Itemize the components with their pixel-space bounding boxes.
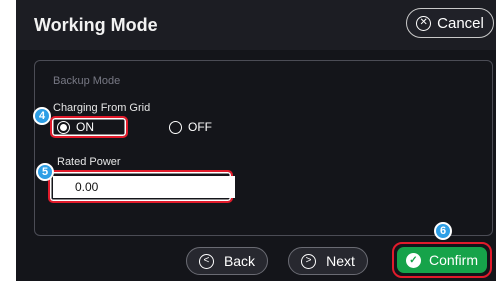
chevron-right-icon: >: [301, 253, 317, 269]
radio-off-label: OFF: [188, 120, 212, 134]
page-title: Working Mode: [34, 15, 158, 35]
radio-on[interactable]: ON: [57, 120, 94, 134]
next-button[interactable]: > Next: [288, 247, 368, 275]
radio-off[interactable]: OFF: [169, 120, 212, 134]
rated-power-unit: %: [201, 181, 210, 192]
settings-panel: Backup Mode Charging From Grid ON OFF Ra…: [34, 60, 493, 236]
back-button[interactable]: < Back: [186, 247, 268, 275]
next-label: Next: [326, 253, 355, 269]
charging-from-grid-label: Charging From Grid: [53, 102, 151, 114]
step-badge-4: 4: [33, 107, 51, 125]
confirm-button-highlight: ✓ Confirm: [392, 242, 492, 278]
step-badge-6: 6: [434, 222, 452, 240]
step-badge-5: 5: [36, 163, 54, 181]
confirm-button[interactable]: ✓ Confirm: [397, 247, 487, 273]
chevron-left-icon: <: [198, 253, 214, 269]
back-label: Back: [223, 253, 256, 269]
close-circle-icon: ✕: [416, 15, 432, 31]
section-label: Backup Mode: [53, 75, 121, 87]
rated-power-label: Rated Power: [57, 156, 121, 168]
radio-checked-icon: [57, 120, 70, 134]
cancel-button[interactable]: ✕ Cancel: [406, 8, 494, 38]
confirm-label: Confirm: [428, 252, 478, 268]
radio-unchecked-icon: [169, 120, 182, 134]
working-mode-screen: Working Mode ✕ Cancel Backup Mode Chargi…: [16, 0, 496, 281]
cancel-label: Cancel: [437, 14, 484, 32]
header-bar: Working Mode ✕ Cancel: [16, 0, 496, 50]
radio-on-label: ON: [76, 120, 94, 134]
check-circle-icon: ✓: [405, 252, 421, 268]
